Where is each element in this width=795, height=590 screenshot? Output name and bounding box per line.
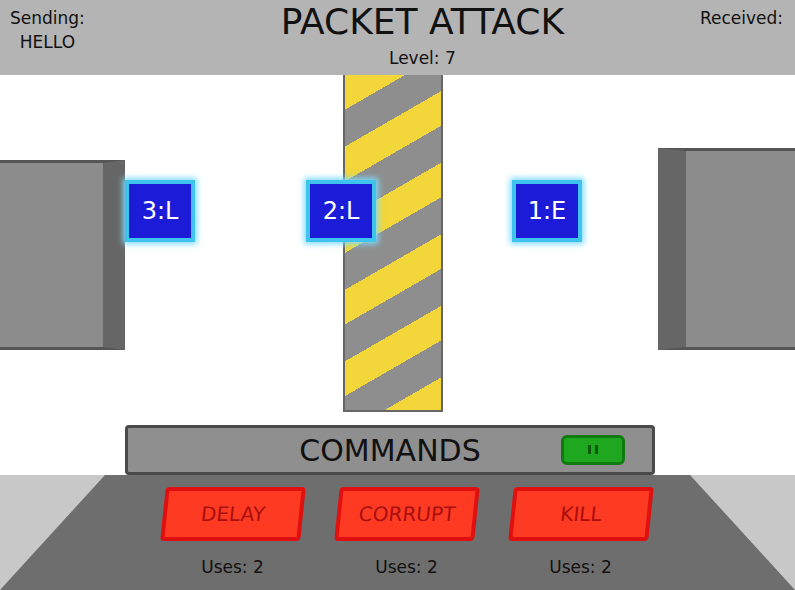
sending-label: Sending:: [10, 6, 85, 30]
level-label: Level: 7: [389, 46, 456, 70]
command-console: COMMANDS DELAY Uses: 2CORRUPT Uses: 2KIL…: [0, 425, 795, 590]
packet[interactable]: 1:E: [512, 180, 582, 242]
receiver-wall: [658, 148, 795, 350]
top-bar: Sending: HELLO PACKET ATTACK Level: 7 Re…: [0, 0, 795, 75]
packet[interactable]: 2:L: [306, 180, 376, 242]
game-title: PACKET ATTACK: [281, 2, 564, 42]
command-panel: DELAY Uses: 2CORRUPT Uses: 2KILL Uses: 2: [0, 475, 795, 590]
sending-info: Sending: HELLO: [10, 6, 85, 54]
title-block: PACKET ATTACK Level: 7: [281, 6, 564, 70]
command-button[interactable]: KILL: [508, 487, 654, 541]
command: CORRUPT Uses: 2: [332, 487, 482, 590]
command-button[interactable]: CORRUPT: [334, 487, 480, 541]
game-screen: Sending: HELLO PACKET ATTACK Level: 7 Re…: [0, 0, 795, 590]
pause-icon: [581, 442, 605, 458]
uses-count: Uses: 2: [375, 557, 438, 577]
uses-count: Uses: 2: [201, 557, 264, 577]
pause-button[interactable]: [561, 435, 625, 465]
command-button[interactable]: DELAY: [160, 487, 306, 541]
play-field: 3:L 2:L 1:E: [0, 75, 795, 425]
commands-header: COMMANDS: [125, 425, 655, 475]
packet[interactable]: 3:L: [125, 180, 195, 242]
sender-wall: [0, 160, 125, 350]
sending-value: HELLO: [20, 30, 75, 54]
uses-count: Uses: 2: [549, 557, 612, 577]
received-label: Received:: [700, 6, 783, 30]
striped-barrier: [343, 75, 443, 412]
commands-title: COMMANDS: [299, 433, 480, 468]
command: DELAY Uses: 2: [158, 487, 308, 590]
command: KILL Uses: 2: [506, 487, 656, 590]
